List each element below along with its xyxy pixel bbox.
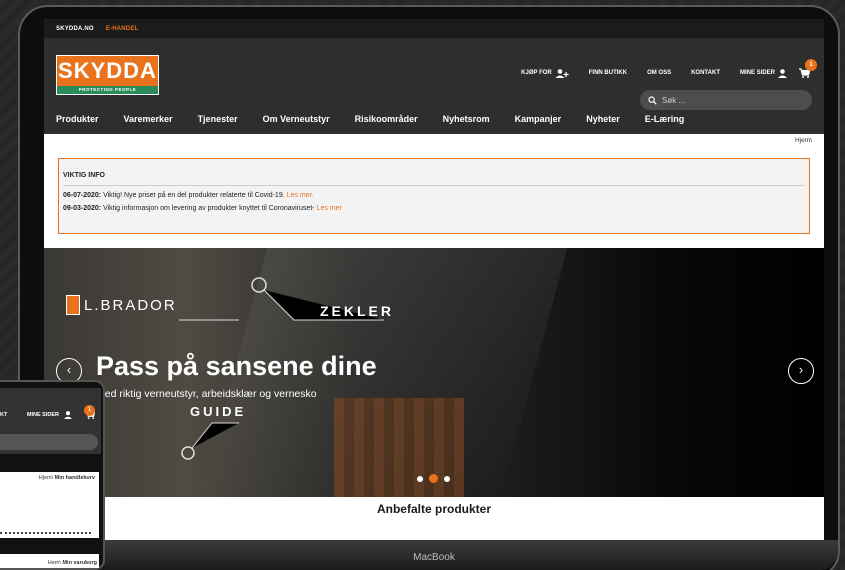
browser-viewport: SKYDDA.NO E-HANDEL SKYDDA PROTECTING PEO… xyxy=(44,19,824,542)
read-more-link[interactable]: Les mer xyxy=(317,205,342,212)
info-heading: VIKTIG INFO xyxy=(63,165,805,186)
buy-for-link[interactable]: KJØP FOR xyxy=(521,68,569,78)
carousel-dot[interactable] xyxy=(417,475,423,482)
nav-item-varemerker[interactable]: Varemerker xyxy=(124,114,173,124)
info-row: 06-07-2020: Viktig! Nye priser på en del… xyxy=(63,186,805,199)
chevron-left-icon: ‹ xyxy=(66,362,72,377)
search-icon xyxy=(648,95,657,105)
info-date: 06-07-2020: xyxy=(63,192,102,199)
brand-zekler: ZEKLER xyxy=(320,303,394,319)
mobile-breadcrumb-secondary[interactable]: Hem\ Min varukorg xyxy=(48,560,97,566)
important-info-box: VIKTIG INFO 06-07-2020: Viktig! Nye pris… xyxy=(58,158,810,234)
search-box xyxy=(640,90,812,110)
carousel-next-button[interactable]: › xyxy=(788,358,814,384)
breadcrumb-home: Hjem\ xyxy=(38,475,55,481)
brand-guide: GUIDE xyxy=(190,404,247,419)
carousel-dot-active[interactable] xyxy=(429,474,438,483)
user-icon xyxy=(778,68,787,78)
user-icon xyxy=(63,410,72,419)
brand-lbrador: L.BRADOR xyxy=(84,297,177,314)
mobile-cart-badge: 1 xyxy=(84,405,95,416)
user-plus-icon xyxy=(555,68,569,78)
breadcrumb-current: Min varukorg xyxy=(62,560,97,566)
read-more-link[interactable]: Les mer. xyxy=(287,192,314,199)
site-link[interactable]: SKYDDA.NO xyxy=(56,26,94,32)
skydda-logo[interactable]: SKYDDA PROTECTING PEOPLE xyxy=(56,55,159,95)
dotted-divider xyxy=(0,532,91,534)
hero-subtitle: med riktig verneutstyr, arbeidsklær og v… xyxy=(96,388,317,400)
mobile-search-input[interactable] xyxy=(0,434,98,450)
breadcrumb-home: Hem\ xyxy=(47,560,63,566)
about-link[interactable]: OM OSS xyxy=(647,70,671,76)
hero-title: Pass på sansene dine xyxy=(96,351,377,381)
nav-item-om-verneutstyr[interactable]: Om Verneutstyr xyxy=(263,114,330,124)
utility-menu: KJØP FOR FINN BUTIKK OM OSS KONTAKT MINE… xyxy=(501,59,817,78)
featured-products-heading: Anbefalte produkter xyxy=(44,497,824,542)
lbrador-logo-mark xyxy=(66,295,80,315)
breadcrumb[interactable]: Hjem\ xyxy=(44,134,824,148)
site-header: SKYDDA PROTECTING PEOPLE KJØP FOR FINN B… xyxy=(44,38,824,110)
contact-link[interactable]: KONTAKT xyxy=(691,70,720,76)
hero-carousel[interactable]: L.BRADOR ZEKLER GUIDE Pass på sansene di… xyxy=(44,248,824,497)
mobile-contact-link[interactable]: KT xyxy=(0,412,7,418)
shop-link[interactable]: E-HANDEL xyxy=(106,26,139,32)
find-store-link[interactable]: FINN BUTIKK xyxy=(589,70,627,76)
nav-item-kampanjer[interactable]: Kampanjer xyxy=(515,114,562,124)
logo-word: SKYDDA xyxy=(58,58,157,83)
mobile-cart-page: Hjem\ Min handlekurv xyxy=(0,472,99,538)
info-text: Viktig! Nye priser på en del produkter r… xyxy=(101,192,287,199)
top-bar: SKYDDA.NO E-HANDEL xyxy=(44,19,824,38)
my-pages-label: MINE SIDER xyxy=(739,70,775,76)
macbook-label: MacBook xyxy=(413,552,455,563)
mobile-device: KT MINE SIDER 1 Hjem\ Min handlekurv Hem… xyxy=(0,380,105,570)
nav-item-risikoomrader[interactable]: Risikoområder xyxy=(355,114,418,124)
cart-count-badge: 1 xyxy=(805,59,817,71)
search-input[interactable] xyxy=(662,95,802,105)
laptop-bezel: MacBook xyxy=(30,540,838,570)
nav-item-nyhetsrom[interactable]: Nyhetsrom xyxy=(443,114,490,124)
buy-for-label: KJØP FOR xyxy=(521,70,552,76)
nav-item-produkter[interactable]: Produkter xyxy=(56,114,99,124)
mobile-my-pages-link[interactable]: MINE SIDER xyxy=(27,412,59,418)
chevron-right-icon: › xyxy=(798,362,804,377)
nav-item-tjenester[interactable]: Tjenester xyxy=(198,114,238,124)
breadcrumb-current: Min handlekurv xyxy=(54,475,95,481)
info-date: 09-03-2020: xyxy=(63,205,102,212)
mobile-header: KT MINE SIDER 1 xyxy=(0,388,101,454)
info-text: Viktig informasjon om levering av produk… xyxy=(101,205,317,212)
nav-item-nyheter[interactable]: Nyheter xyxy=(586,114,620,124)
my-pages-link[interactable]: MINE SIDER xyxy=(739,68,787,78)
carousel-dot[interactable] xyxy=(444,475,450,482)
nav-item-e-laering[interactable]: E-Læring xyxy=(645,114,685,124)
carousel-dots xyxy=(417,474,450,483)
info-row: 09-03-2020: Viktig informasjon om leveri… xyxy=(63,199,805,212)
logo-tagline: PROTECTING PEOPLE xyxy=(57,86,158,94)
mobile-breadcrumb[interactable]: Hjem\ Min handlekurv xyxy=(39,475,95,481)
cart-button[interactable]: 1 xyxy=(799,59,817,78)
